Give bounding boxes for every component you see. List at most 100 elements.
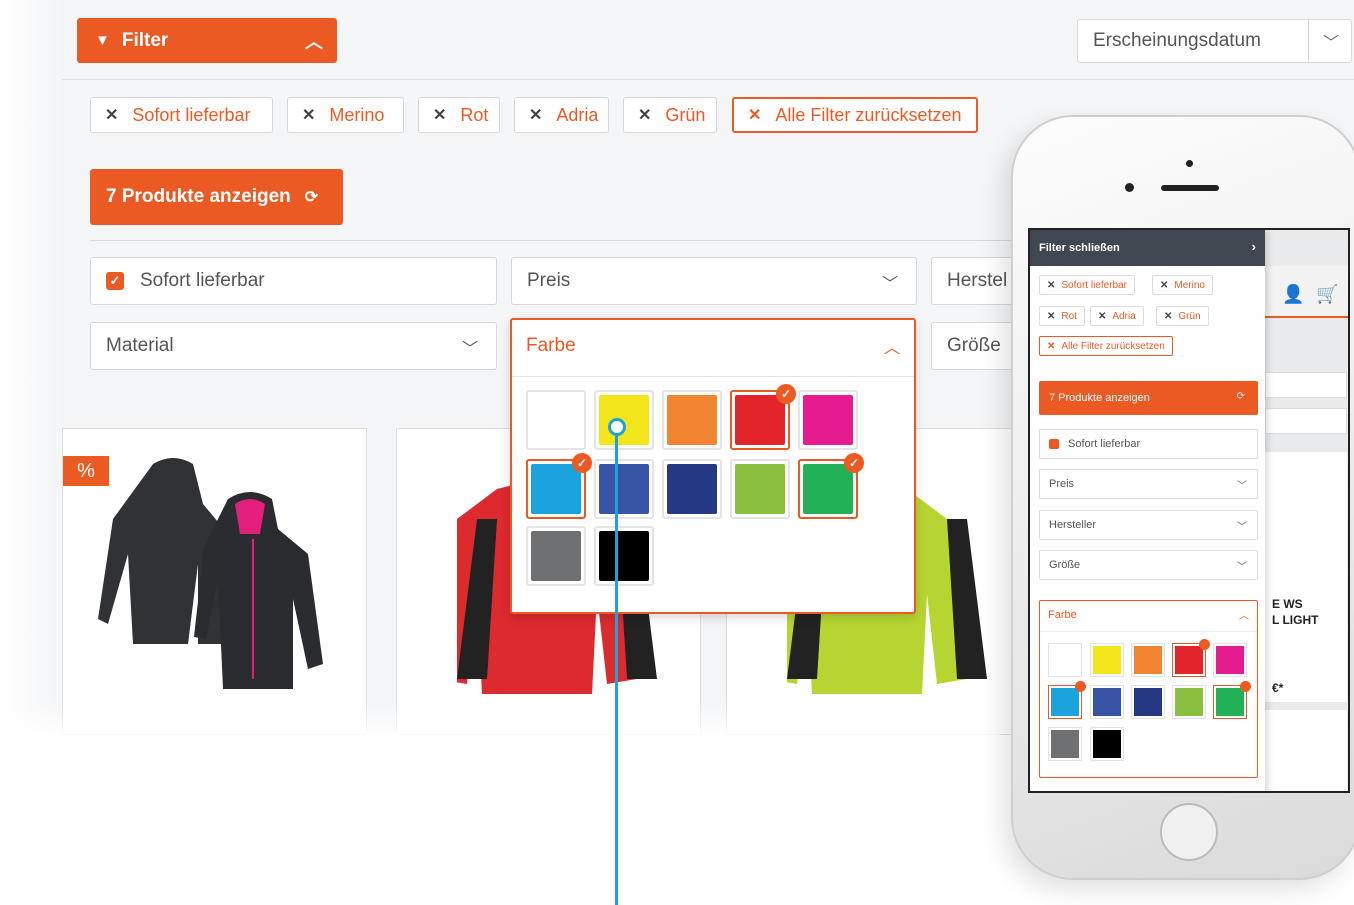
mobile-product-title: E WS (1272, 597, 1303, 611)
color-swatch-yellow[interactable] (594, 390, 654, 450)
facet-hersteller[interactable]: Hersteller ﹀ (1039, 510, 1258, 540)
facet-farbe-dropdown[interactable]: Farbe ︿ ✓ ✓ ✓ (510, 318, 916, 614)
filter-toggle-button[interactable]: ▼ Filter ︿ (77, 18, 337, 63)
active-filter-chip[interactable]: ✕ Merino (287, 97, 404, 133)
mobile-product-card[interactable] (1265, 710, 1347, 791)
mobile-product-title: L LIGHT (1272, 613, 1319, 627)
close-icon: ✕ (1047, 340, 1056, 352)
chevron-down-icon: ﹀ (461, 341, 478, 358)
close-icon: ✕ (529, 107, 543, 124)
check-icon (1049, 439, 1059, 449)
phone-home-button (1160, 803, 1218, 861)
color-swatch-blue[interactable] (1090, 685, 1124, 719)
active-filter-label: Grün (1178, 310, 1201, 322)
facet-label: Material (106, 335, 174, 356)
color-swatch-yellow[interactable] (1090, 643, 1124, 677)
facet-preis[interactable]: Preis ﹀ (511, 257, 917, 305)
active-filter-label: Adria (1112, 310, 1136, 322)
active-filter-label: Adria (556, 104, 599, 125)
callout-line (615, 436, 618, 905)
color-swatch-green[interactable]: ✓ (798, 453, 864, 519)
funnel-icon: ▼ (95, 32, 110, 49)
reset-filters-button[interactable]: ✕ Alle Filter zurücksetzen (732, 97, 978, 133)
active-filter-chip[interactable]: ✕ Rot (418, 97, 500, 133)
color-swatch-red[interactable]: ✓ (730, 384, 796, 450)
color-swatch-red[interactable] (1172, 639, 1210, 677)
active-filter-chip[interactable]: ✕ Adria (1090, 306, 1144, 326)
facet-sofort-lieferbar[interactable]: Sofort lieferbar (1039, 429, 1258, 459)
reload-icon: ⟳ (1236, 391, 1245, 402)
color-swatch-light-green[interactable] (1172, 685, 1206, 719)
check-icon: ✓ (776, 384, 796, 404)
active-filter-label: Merino (329, 104, 385, 125)
close-icon: ✕ (1098, 310, 1107, 322)
close-icon: ✕ (302, 107, 316, 124)
drawer-close-button[interactable]: Filter schließen › (1030, 230, 1265, 266)
active-filter-chip[interactable]: ✕ Grün (1156, 306, 1209, 326)
reset-filters-button[interactable]: ✕ Alle Filter zurücksetzen (1039, 336, 1173, 356)
facet-preis[interactable]: Preis ﹀ (1039, 469, 1258, 499)
color-swatch-grey[interactable] (526, 526, 586, 586)
show-products-button[interactable]: 7 Produkte anzeigen ⟳ (90, 169, 343, 225)
color-swatch-light-blue[interactable] (1048, 681, 1086, 719)
color-swatch-black[interactable] (594, 526, 654, 586)
color-swatch-white[interactable] (526, 390, 586, 450)
active-filter-chip[interactable]: ✕ Sofort lieferbar (1039, 275, 1135, 295)
cart-icon[interactable]: 🛒 (1316, 284, 1338, 305)
color-swatch-blue[interactable] (594, 459, 654, 519)
drawer-title: Filter schließen (1039, 242, 1120, 254)
chevron-down-icon: ﹀ (1237, 481, 1247, 492)
check-icon: ✓ (106, 272, 124, 290)
active-filter-chip[interactable]: ✕ Grün (623, 97, 717, 133)
active-filter-chip[interactable]: ✕ Rot (1039, 306, 1085, 326)
callout-dot (608, 418, 626, 436)
show-products-button[interactable]: 7 Produkte anzeigen ⟳ (1039, 381, 1258, 415)
page-background (0, 0, 62, 735)
active-filter-chip[interactable]: ✕ Adria (514, 97, 609, 133)
color-swatch-orange[interactable] (1131, 643, 1165, 677)
close-icon: ✕ (1047, 279, 1056, 291)
color-swatch-light-blue[interactable]: ✓ (526, 453, 592, 519)
close-icon: ✕ (748, 107, 762, 124)
check-icon (1240, 681, 1251, 692)
close-icon: ✕ (433, 107, 447, 124)
color-swatch-orange[interactable] (662, 390, 722, 450)
color-swatch-grey[interactable] (1048, 727, 1082, 761)
product-card[interactable]: % (62, 428, 367, 735)
color-swatch-navy[interactable] (1131, 685, 1165, 719)
color-swatch-light-green[interactable] (730, 459, 790, 519)
color-swatch-black[interactable] (1090, 727, 1124, 761)
close-icon: ✕ (1047, 310, 1056, 322)
facet-farbe-label: Farbe (526, 335, 576, 356)
color-swatch-pink[interactable] (798, 390, 858, 450)
close-icon: ✕ (105, 107, 119, 124)
color-swatch-green[interactable] (1213, 681, 1251, 719)
farbe-divider (1040, 631, 1257, 632)
farbe-divider (512, 376, 914, 377)
show-products-label: 7 Produkte anzeigen (1049, 392, 1150, 404)
user-icon[interactable]: 👤 (1282, 284, 1304, 305)
facet-label: Sofort lieferbar (140, 270, 265, 291)
facet-sofort-lieferbar[interactable]: ✓ Sofort lieferbar (90, 257, 497, 305)
stage: ▼ Filter ︿ Erscheinungsdatum ﹀ ✕ Sofort … (0, 0, 1354, 905)
active-filter-chip[interactable]: ✕ Merino (1152, 275, 1213, 295)
close-icon: ✕ (638, 107, 652, 124)
color-swatch-navy[interactable] (662, 459, 722, 519)
facet-material[interactable]: Material ﹀ (90, 322, 497, 370)
facet-farbe-dropdown[interactable]: Farbe ︿ (1039, 600, 1258, 778)
mobile-product-card[interactable] (1265, 452, 1347, 702)
active-filter-label: Rot (460, 104, 489, 125)
phone-screen: 👤 🛒 E WS L LIGHT €* Filter schließen › ✕… (1028, 228, 1350, 793)
facet-label: Preis (1049, 478, 1075, 490)
reset-filters-label: Alle Filter zurücksetzen (775, 104, 962, 125)
chevron-right-icon: › (1251, 239, 1256, 254)
facet-groesse[interactable]: Größe ﹀ (1039, 550, 1258, 580)
active-filter-chip[interactable]: ✕ Sofort lieferbar (90, 97, 273, 133)
color-swatch-white[interactable] (1048, 643, 1082, 677)
chevron-down-icon: ﹀ (881, 276, 898, 293)
sort-select[interactable]: Erscheinungsdatum ﹀ (1077, 19, 1352, 63)
active-filter-label: Sofort lieferbar (1061, 279, 1127, 291)
mobile-page-select (1265, 408, 1347, 434)
sort-select-value: Erscheinungsdatum (1093, 30, 1261, 51)
color-swatch-pink[interactable] (1213, 643, 1247, 677)
